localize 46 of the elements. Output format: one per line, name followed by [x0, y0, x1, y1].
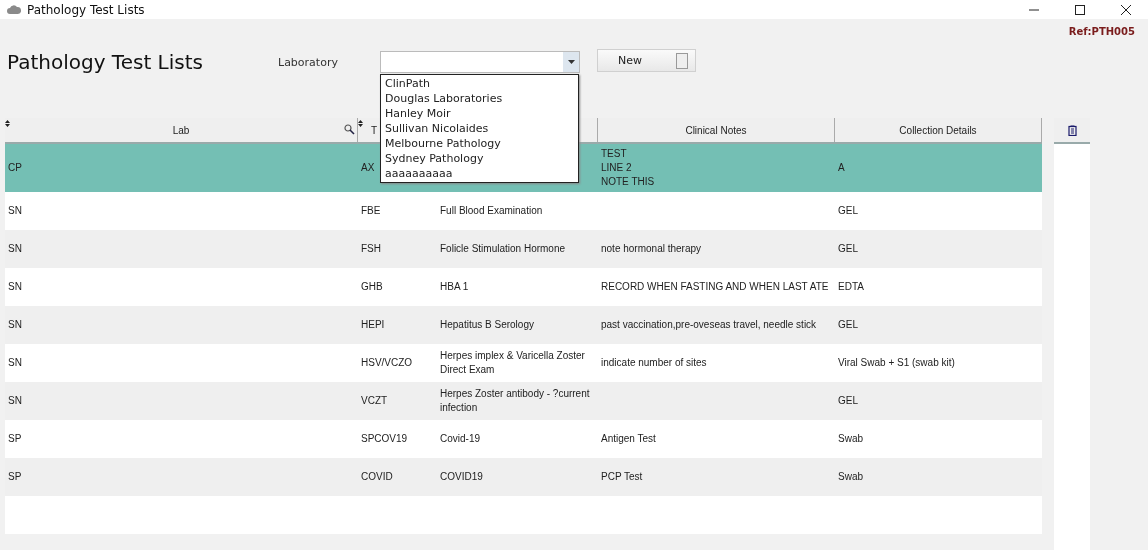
table-cell: GEL: [838, 242, 858, 256]
table-cell: Covid-19: [440, 432, 481, 446]
table-cell: Antigen Test: [601, 432, 656, 446]
table-cell: RECORD WHEN FASTING AND WHEN LAST ATE: [601, 280, 829, 294]
table-cell: PCP Test: [601, 470, 643, 484]
table-cell: indicate number of sites: [601, 356, 707, 370]
table-cell: Swab: [838, 432, 863, 446]
table-cell: past vaccination,pre-oveseas travel, needle stick: [601, 318, 817, 332]
table-cell: GEL: [838, 318, 858, 332]
table-cell: AX: [361, 161, 375, 175]
table-cell: SN: [8, 280, 22, 294]
table-cell: GEL: [838, 394, 858, 408]
table-cell: Hepatitus B Serology: [440, 318, 534, 332]
table-cell: SPCOV19: [361, 432, 408, 446]
table-cell-text: Herpes implex & Varicella Zoster Direct Exam: [440, 349, 586, 377]
table-cell: SN: [8, 394, 22, 408]
table-cell-text: Herpes Zoster antibody - ?current infection: [440, 387, 591, 415]
table-cell: SN: [8, 318, 22, 332]
window-title: Pathology Test Lists: [27, 2, 145, 17]
table-cell: SP: [8, 432, 22, 446]
table-cell: EDTA: [838, 280, 864, 294]
table-cell: SN: [8, 204, 22, 218]
table-cell: note hormonal therapy: [601, 242, 702, 256]
table-cell: Full Blood Examination: [440, 204, 543, 218]
table-cell: A: [838, 161, 845, 175]
table-cell: FSH: [361, 242, 381, 256]
table-cell: COVID19: [440, 470, 483, 484]
table-cell: COVID: [361, 470, 393, 484]
table-cell: TEST LINE 2 NOTE THIS: [601, 147, 655, 189]
table-cell: HBA 1: [440, 280, 469, 294]
table-cell: HSV/VCZO: [361, 356, 413, 370]
table-cell: CP: [8, 161, 22, 175]
table-cell: Viral Swab + S1 (swab kit): [838, 356, 955, 370]
page-heading: Pathology Test Lists: [7, 50, 204, 74]
reference-code: Ref:PTH005: [1068, 26, 1135, 39]
laboratory-label: Laboratory: [278, 56, 339, 69]
table-cell: SP: [8, 470, 22, 484]
table-cell: GHB: [361, 280, 383, 294]
table-cell: GEL: [838, 204, 858, 218]
table-cell: Folicle Stimulation Hormone: [440, 242, 566, 256]
table-cell: HEPI: [361, 318, 385, 332]
table-cell: SN: [8, 242, 22, 256]
table-cell: VCZT: [361, 394, 388, 408]
table-cell: FBE: [361, 204, 381, 218]
table-cell: SN: [8, 356, 22, 370]
table-cell: Swab: [838, 470, 863, 484]
